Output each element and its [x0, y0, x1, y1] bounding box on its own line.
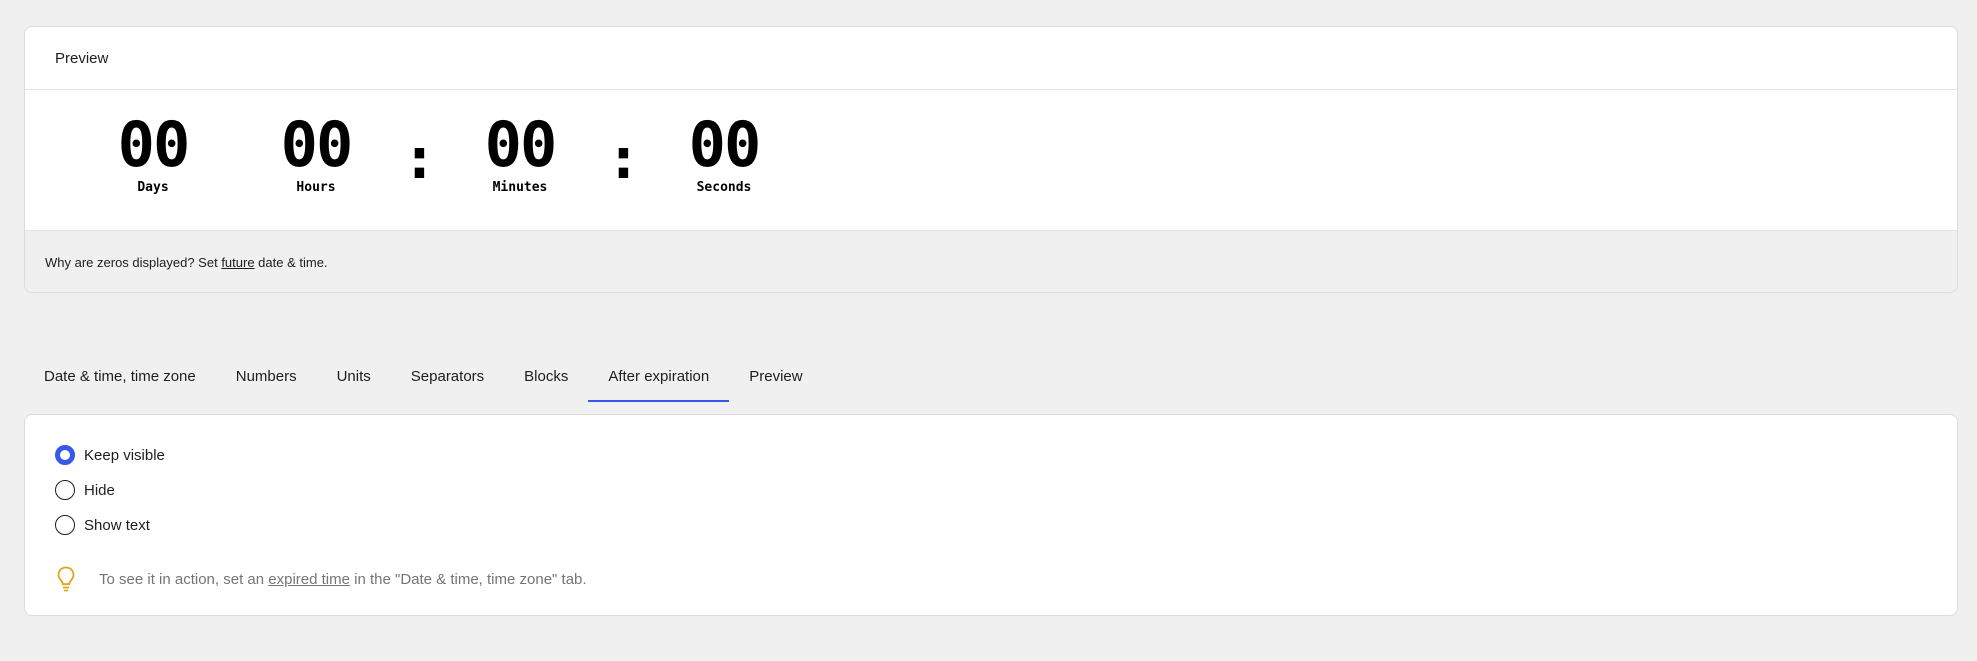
tab-date-time[interactable]: Date & time, time zone [24, 352, 216, 402]
keep-visible-radio[interactable] [55, 445, 75, 465]
expiration-tip: To see it in action, set an expired time… [55, 565, 587, 593]
seconds-value: 00 [688, 108, 762, 181]
hide-radio[interactable] [55, 480, 75, 500]
tab-units[interactable]: Units [317, 352, 391, 402]
future-link[interactable]: future [221, 255, 254, 270]
expired-time-link[interactable]: expired time [268, 571, 350, 588]
countdown-display: 00 Days 00 Hours : 00 Minutes : 00 Secon… [25, 90, 1957, 230]
lightbulb-icon [57, 566, 75, 592]
separator-2: : [606, 124, 641, 192]
countdown-block-hours: 00 Hours [261, 108, 371, 196]
tab-after-expiration[interactable]: After expiration [588, 352, 730, 402]
tab-blocks[interactable]: Blocks [504, 352, 588, 402]
minutes-label: Minutes [492, 180, 548, 195]
countdown-block-seconds: 00 Seconds [669, 108, 779, 196]
option-show-text[interactable]: Show text [55, 515, 150, 535]
zeros-note-suffix: date & time. [254, 254, 328, 270]
after-expiration-panel: Keep visible Hide Show text To see it in… [24, 414, 1958, 616]
option-keep-visible[interactable]: Keep visible [55, 445, 165, 465]
zeros-note-prefix: Why are zeros displayed? Set [45, 254, 222, 270]
days-label: Days [137, 180, 169, 195]
seconds-label: Seconds [696, 180, 752, 195]
preview-panel: Preview 00 Days 00 Hours : 00 Minutes : … [24, 26, 1958, 293]
tip-suffix: in the "Date & time, time zone" tab. [349, 570, 587, 588]
hours-label: Hours [296, 180, 336, 195]
zeros-note: Why are zeros displayed? Set future date… [25, 230, 1957, 292]
countdown-block-days: 00 Days [98, 108, 208, 196]
tip-prefix: To see it in action, set an [99, 570, 269, 588]
days-value: 00 [117, 108, 191, 181]
minutes-value: 00 [484, 108, 558, 181]
countdown-block-minutes: 00 Minutes [465, 108, 575, 196]
preview-header: Preview [25, 27, 1957, 90]
keep-visible-label: Keep visible [84, 446, 165, 464]
settings-tabs: Date & time, time zone Numbers Units Sep… [24, 352, 823, 402]
tab-preview[interactable]: Preview [729, 352, 822, 402]
option-hide[interactable]: Hide [55, 480, 115, 500]
tab-separators[interactable]: Separators [391, 352, 504, 402]
preview-title: Preview [55, 49, 109, 67]
hide-label: Hide [84, 481, 115, 499]
show-text-radio[interactable] [55, 515, 75, 535]
hours-value: 00 [280, 108, 354, 181]
separator-1: : [402, 124, 437, 192]
tab-numbers[interactable]: Numbers [216, 352, 317, 402]
show-text-label: Show text [84, 516, 150, 534]
